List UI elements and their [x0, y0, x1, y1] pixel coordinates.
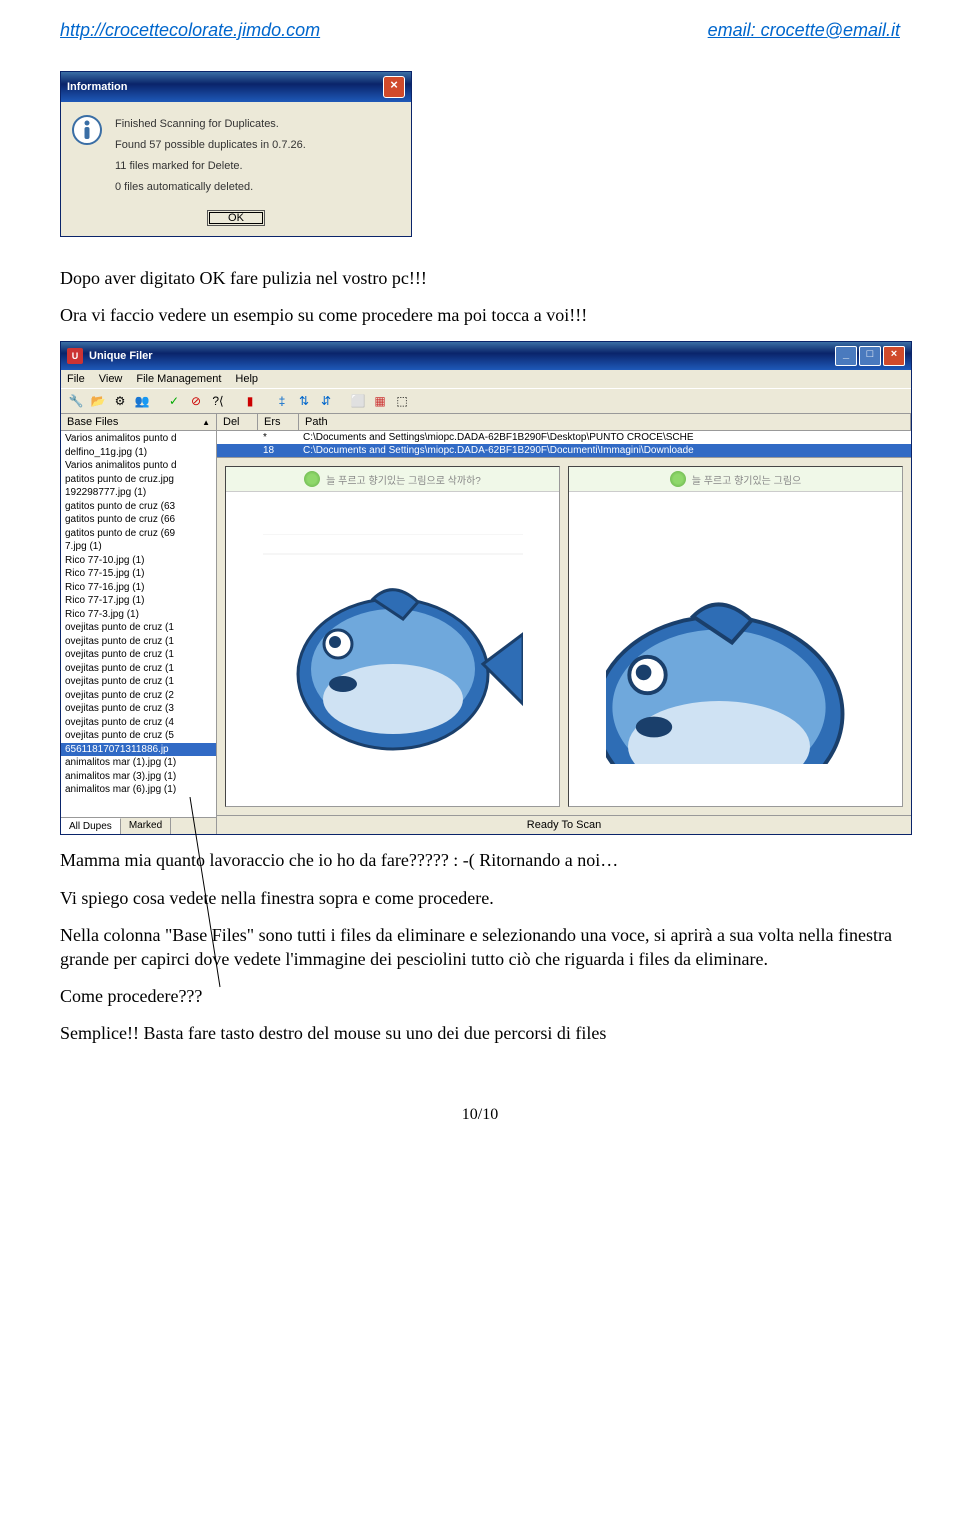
page-header: http://crocettecolorate.jimdo.com email:… — [60, 20, 900, 41]
apple-icon — [670, 471, 686, 487]
body-paragraph: Ora vi faccio vedere un esempio su come … — [60, 304, 900, 327]
file-list-item[interactable]: gatitos punto de cruz (69 — [61, 527, 216, 541]
file-list-item[interactable]: ovejitas punto de cruz (1 — [61, 675, 216, 689]
file-list-item[interactable]: ovejitas punto de cruz (1 — [61, 621, 216, 635]
toolbar-icon[interactable]: 🔧 — [67, 392, 85, 410]
base-files-pane: Base Files ▲ Varios animalitos punto dde… — [61, 414, 217, 834]
file-list-item[interactable]: ovejitas punto de cruz (3 — [61, 702, 216, 716]
dialog-line: Found 57 possible duplicates in 0.7.26. — [115, 135, 401, 156]
file-list-item[interactable]: ovejitas punto de cruz (1 — [61, 635, 216, 649]
file-list-item[interactable]: patitos punto de cruz.jpg — [61, 473, 216, 487]
email-link[interactable]: email: crocette@email.it — [708, 20, 900, 41]
path-rows: * C:\Documents and Settings\miopc.DADA-6… — [217, 431, 911, 457]
tab-all-dupes[interactable]: All Dupes — [61, 818, 121, 834]
file-list-item[interactable]: gatitos punto de cruz (63 — [61, 500, 216, 514]
information-dialog: Information × Finished Scanning for Dupl… — [60, 71, 412, 237]
tab-marked[interactable]: Marked — [121, 818, 171, 834]
preview-image — [226, 492, 559, 806]
app-title: Unique Filer — [89, 350, 153, 362]
col-ers[interactable]: Ers — [258, 414, 299, 430]
file-list-item[interactable]: Varios animalitos punto d — [61, 432, 216, 446]
path-row[interactable]: 18 C:\Documents and Settings\miopc.DADA-… — [217, 444, 911, 457]
file-list-item[interactable]: Rico 77-16.jpg (1) — [61, 581, 216, 595]
site-url-link[interactable]: http://crocettecolorate.jimdo.com — [60, 20, 320, 41]
unique-filer-window: U Unique Filer _ □ × File View File Mana… — [60, 341, 912, 835]
file-list[interactable]: Varios animalitos punto ddelfino_11g.jpg… — [61, 431, 216, 817]
minimize-button[interactable]: _ — [835, 346, 857, 366]
file-list-item[interactable]: Varios animalitos punto d — [61, 459, 216, 473]
toolbar-icon[interactable]: ⬜ — [349, 392, 367, 410]
toolbar: 🔧 📂 ⚙ 👥 ✓ ⊘ ?⟨ ▮ ‡ ⇅ ⇵ ⬜ ▦ ⬚ — [61, 388, 911, 414]
dialog-line: Finished Scanning for Duplicates. — [115, 114, 401, 135]
toolbar-icon[interactable]: 👥 — [133, 392, 151, 410]
col-path[interactable]: Path — [299, 414, 911, 430]
app-icon: U — [67, 348, 83, 364]
preview-box-right: 늘 푸르고 향기있는 그림으 — [568, 466, 903, 807]
toolbar-icon[interactable]: ▮ — [241, 392, 259, 410]
file-list-item[interactable]: Rico 77-15.jpg (1) — [61, 567, 216, 581]
menu-help[interactable]: Help — [235, 373, 258, 385]
toolbar-icon[interactable]: ?⟨ — [209, 392, 227, 410]
file-list-item[interactable]: ovejitas punto de cruz (2 — [61, 689, 216, 703]
file-list-item[interactable]: Rico 77-17.jpg (1) — [61, 594, 216, 608]
dialog-titlebar: Information × — [61, 72, 411, 102]
body-paragraph: Dopo aver digitato OK fare pulizia nel v… — [60, 267, 900, 290]
preview-image — [569, 492, 902, 806]
toolbar-icon[interactable]: ⬚ — [393, 392, 411, 410]
path-header: Del Ers Path — [217, 414, 911, 431]
ok-button[interactable]: OK — [207, 210, 265, 226]
toolbar-icon[interactable]: ⇅ — [295, 392, 313, 410]
dialog-message: Finished Scanning for Duplicates. Found … — [115, 114, 401, 198]
menu-file-management[interactable]: File Management — [136, 373, 221, 385]
preview-area: 늘 푸르고 향기있는 그림으로 삭까하? — [217, 457, 911, 815]
base-files-header[interactable]: Base Files ▲ — [61, 414, 216, 431]
file-list-item[interactable]: gatitos punto de cruz (66 — [61, 513, 216, 527]
close-button[interactable]: × — [883, 346, 905, 366]
preview-banner: 늘 푸르고 향기있는 그림으로 삭까하? — [226, 467, 559, 492]
toolbar-icon[interactable]: ▦ — [371, 392, 389, 410]
path-row[interactable]: * C:\Documents and Settings\miopc.DADA-6… — [217, 431, 911, 444]
menu-view[interactable]: View — [99, 373, 123, 385]
file-list-item[interactable]: animalitos mar (3).jpg (1) — [61, 770, 216, 784]
maximize-button[interactable]: □ — [859, 346, 881, 366]
app-titlebar: U Unique Filer _ □ × — [61, 342, 911, 370]
file-list-item[interactable]: animalitos mar (6).jpg (1) — [61, 783, 216, 797]
file-list-item[interactable]: Rico 77-10.jpg (1) — [61, 554, 216, 568]
file-list-item[interactable]: 192298777.jpg (1) — [61, 486, 216, 500]
cancel-icon[interactable]: ⊘ — [187, 392, 205, 410]
dialog-title: Information — [67, 81, 128, 93]
apple-icon — [304, 471, 320, 487]
statusbar: Ready To Scan — [217, 815, 911, 834]
sort-icon: ▲ — [202, 418, 210, 427]
file-list-item[interactable]: 7.jpg (1) — [61, 540, 216, 554]
toolbar-icon[interactable]: ⇵ — [317, 392, 335, 410]
col-del[interactable]: Del — [217, 414, 258, 430]
menu-file[interactable]: File — [67, 373, 85, 385]
body-paragraph: Semplice!! Basta fare tasto destro del m… — [60, 1022, 900, 1045]
menubar: File View File Management Help — [61, 370, 911, 388]
file-list-item[interactable]: 65611817071311886.jp — [61, 743, 216, 757]
file-list-item[interactable]: ovejitas punto de cruz (4 — [61, 716, 216, 730]
file-list-item[interactable]: ovejitas punto de cruz (5 — [61, 729, 216, 743]
file-list-item[interactable]: delfino_11g.jpg (1) — [61, 446, 216, 460]
toolbar-icon[interactable]: ‡ — [273, 392, 291, 410]
info-icon — [71, 114, 103, 146]
preview-banner: 늘 푸르고 향기있는 그림으 — [569, 467, 902, 492]
file-list-item[interactable]: ovejitas punto de cruz (1 — [61, 648, 216, 662]
page-number: 10/10 — [60, 1106, 900, 1124]
close-button[interactable]: × — [383, 76, 405, 98]
dialog-line: 11 files marked for Delete. — [115, 156, 401, 177]
toolbar-icon[interactable]: ⚙ — [111, 392, 129, 410]
file-list-item[interactable]: animalitos mar (1).jpg (1) — [61, 756, 216, 770]
preview-box-left: 늘 푸르고 향기있는 그림으로 삭까하? — [225, 466, 560, 807]
check-icon[interactable]: ✓ — [165, 392, 183, 410]
file-list-item[interactable]: Rico 77-3.jpg (1) — [61, 608, 216, 622]
dialog-line: 0 files automatically deleted. — [115, 177, 401, 198]
toolbar-icon[interactable]: 📂 — [89, 392, 107, 410]
file-list-item[interactable]: ovejitas punto de cruz (1 — [61, 662, 216, 676]
